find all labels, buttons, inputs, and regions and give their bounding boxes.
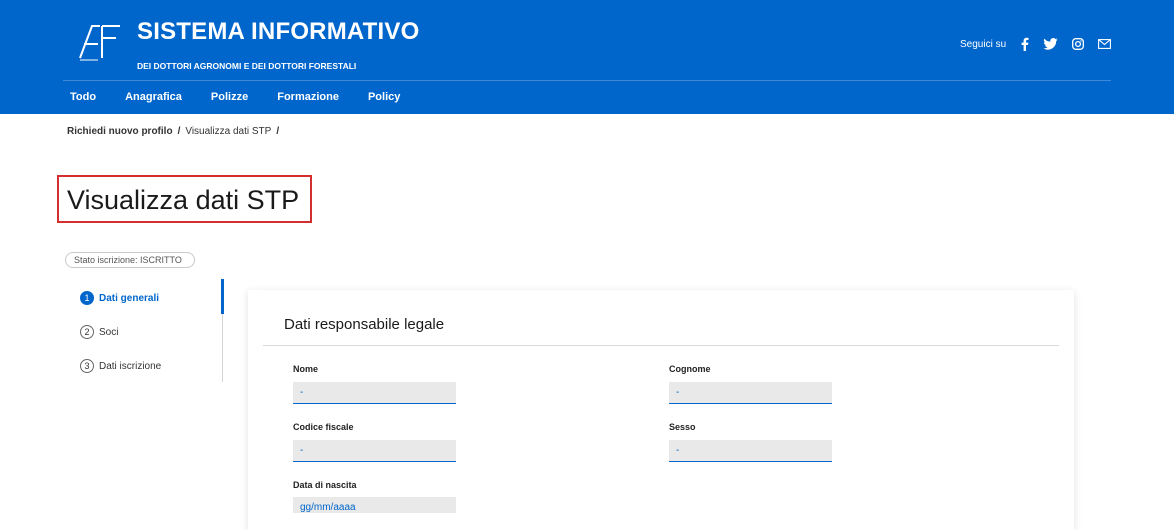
step-dati-generali[interactable]: 1 Dati generali (80, 287, 161, 309)
step-number: 3 (80, 359, 94, 373)
cognome-label: Cognome (669, 364, 711, 374)
sesso-label: Sesso (669, 422, 696, 432)
step-label: Dati iscrizione (99, 360, 162, 372)
nav-item-polizze[interactable]: Polizze (211, 91, 248, 103)
step-label: Dati generali (99, 292, 160, 304)
section-divider (263, 345, 1059, 346)
mail-icon[interactable] (1098, 39, 1112, 49)
section-title: Dati responsabile legale (284, 316, 445, 333)
data-nascita-field[interactable]: gg/mm/aaaa (293, 497, 456, 513)
title-highlight-box (57, 175, 312, 223)
instagram-icon[interactable] (1072, 38, 1085, 50)
step-number: 2 (80, 325, 94, 339)
steps-rail-active (221, 279, 224, 314)
steps-nav: 1 Dati generali 2 Soci 3 Dati iscrizione (80, 287, 161, 389)
header-divider (63, 80, 1111, 81)
nav-item-todo[interactable]: Todo (70, 91, 96, 103)
codice-fiscale-field[interactable]: - (293, 440, 456, 462)
social-links: Seguici su (960, 37, 1112, 51)
step-dati-iscrizione[interactable]: 3 Dati iscrizione (80, 355, 161, 377)
nome-field[interactable]: - (293, 382, 456, 404)
twitter-icon[interactable] (1043, 38, 1058, 50)
site-subtitle: DEI DOTTORI AGRONOMI E DEI DOTTORI FORES… (137, 61, 357, 71)
step-number: 1 (80, 291, 94, 305)
nome-label: Nome (293, 364, 319, 374)
data-nascita-label: Data di nascita (293, 480, 357, 490)
codice-fiscale-label: Codice fiscale (293, 422, 354, 432)
site-header: SISTEMA INFORMATIVO DEI DOTTORI AGRONOMI… (0, 0, 1174, 114)
breadcrumb-item-current[interactable]: Visualizza dati STP (185, 126, 271, 137)
sesso-field[interactable]: - (669, 440, 832, 462)
social-label: Seguici su (960, 38, 1007, 50)
cognome-field[interactable]: - (669, 382, 832, 404)
site-title[interactable]: SISTEMA INFORMATIVO (137, 18, 419, 46)
step-label: Soci (99, 326, 119, 338)
facebook-icon[interactable] (1020, 37, 1029, 51)
breadcrumb-separator-end: / (276, 126, 280, 137)
main-nav: Todo Anagrafica Polizze Formazione Polic… (70, 91, 429, 103)
breadcrumb-item-richiedi[interactable]: Richiedi nuovo profilo (67, 126, 173, 137)
breadcrumb: Richiedi nuovo profilo / Visualizza dati… (67, 126, 284, 137)
step-soci[interactable]: 2 Soci (80, 321, 161, 343)
breadcrumb-separator: / (177, 126, 181, 137)
logo-icon[interactable] (78, 18, 122, 64)
nav-item-formazione[interactable]: Formazione (277, 91, 339, 103)
nav-item-policy[interactable]: Policy (368, 91, 400, 103)
status-badge: Stato iscrizione: ISCRITTO (65, 252, 195, 268)
nav-item-anagrafica[interactable]: Anagrafica (125, 91, 182, 103)
